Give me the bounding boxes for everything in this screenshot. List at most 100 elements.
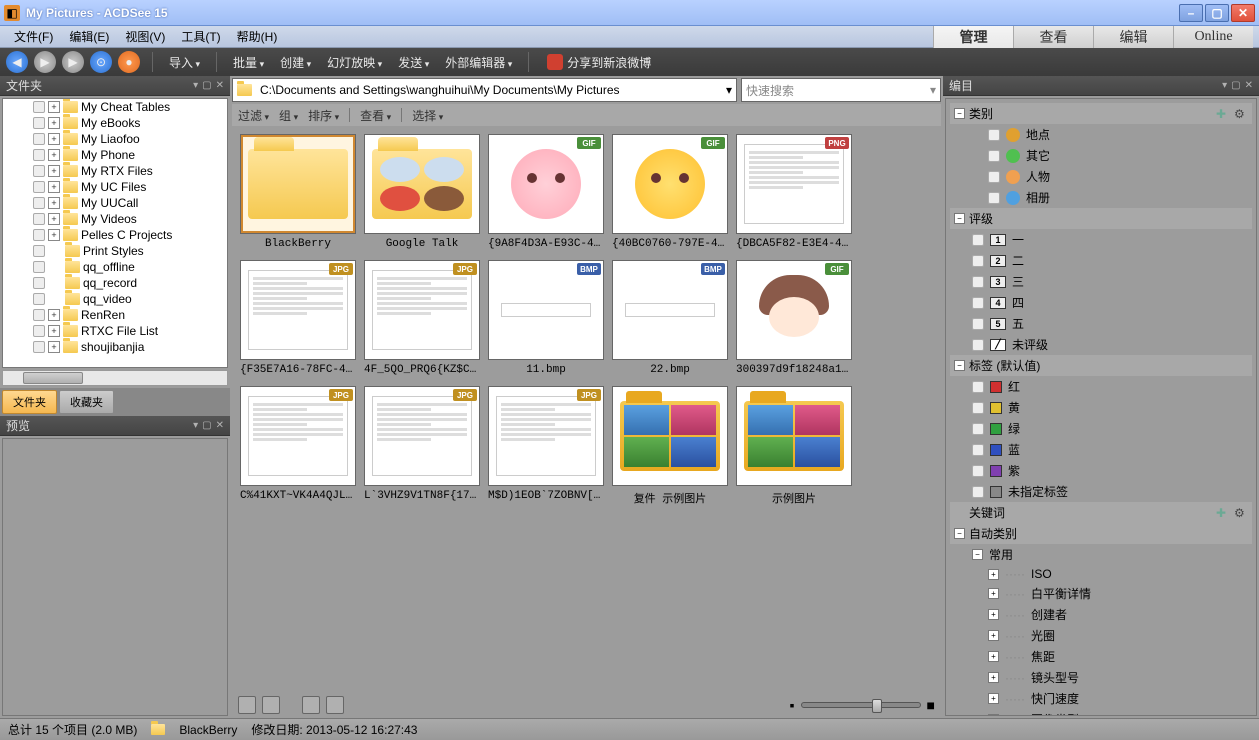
modetab-manage[interactable]: 管理	[933, 26, 1013, 48]
thumbnail-item[interactable]: JPGM$D)1EOB`7ZOBNV[...	[488, 386, 604, 506]
sort-dropdown[interactable]: 排序	[308, 107, 339, 124]
checkbox-icon[interactable]	[33, 181, 45, 193]
checkbox-icon[interactable]	[33, 325, 45, 337]
autocat-item[interactable]: +·····镜头型号	[950, 667, 1252, 688]
tree-item[interactable]: +My Videos	[3, 211, 227, 227]
checkbox-icon[interactable]	[33, 133, 45, 145]
section-header[interactable]: −评级	[950, 208, 1252, 229]
checkbox-icon[interactable]	[33, 341, 45, 353]
checkbox-icon[interactable]	[33, 229, 45, 241]
group-dropdown[interactable]: 组	[279, 107, 298, 124]
toolbar-external[interactable]: 外部编辑器	[439, 54, 518, 71]
autocat-group[interactable]: −常用	[950, 544, 1252, 565]
checkbox-icon[interactable]	[33, 197, 45, 209]
folder-tree[interactable]: +My Cheat Tables+My eBooks+My Liaofoo+My…	[2, 98, 228, 368]
expand-icon[interactable]: +	[48, 101, 60, 113]
expand-icon[interactable]: +	[48, 133, 60, 145]
rating-item[interactable]: 5五	[950, 313, 1252, 334]
thumbnail-item[interactable]: JPG4F_5QO_PRQ6{KZ$C...	[364, 260, 480, 376]
section-header[interactable]: 关键词✚⚙	[950, 502, 1252, 523]
expand-icon[interactable]: +	[48, 165, 60, 177]
tree-item[interactable]: +RTXC File List	[3, 323, 227, 339]
tag-item[interactable]: 红	[950, 376, 1252, 397]
thumbnail-item[interactable]: PNG{DBCA5F82-E3E4-4...	[736, 134, 852, 250]
thumbnail-grid[interactable]: BlackBerryGoogle TalkGIF{9A8F4D3A-E93C-4…	[232, 126, 941, 694]
tree-item[interactable]: +My eBooks	[3, 115, 227, 131]
tree-item[interactable]: qq_offline	[3, 259, 227, 275]
autocat-item[interactable]: +·····ISO	[950, 565, 1252, 583]
view-list-button[interactable]	[326, 696, 344, 714]
thumbnail-item[interactable]: GIF{9A8F4D3A-E93C-4...	[488, 134, 604, 250]
tag-item[interactable]: 绿	[950, 418, 1252, 439]
tag-item[interactable]: 未指定标签	[950, 481, 1252, 502]
toolbar-slideshow[interactable]: 幻灯放映	[321, 54, 388, 71]
tree-item[interactable]: +My UUCall	[3, 195, 227, 211]
thumbnail-item[interactable]: 复件 示例图片	[612, 386, 728, 506]
checkbox-icon[interactable]	[33, 101, 45, 113]
search-box[interactable]: 快速搜索 ▾	[741, 78, 941, 102]
expand-icon[interactable]: +	[48, 229, 60, 241]
autocat-item[interactable]: +·····光圈	[950, 625, 1252, 646]
checkbox-icon[interactable]	[33, 293, 45, 305]
tree-item[interactable]: +My Phone	[3, 147, 227, 163]
category-item[interactable]: 其它	[950, 145, 1252, 166]
checkbox-icon[interactable]	[33, 245, 45, 257]
thumbnail-item[interactable]: JPG{F35E7A16-78FC-4...	[240, 260, 356, 376]
toolbar-batch[interactable]: 批量	[227, 54, 270, 71]
category-item[interactable]: 相册	[950, 187, 1252, 208]
tree-item[interactable]: qq_video	[3, 291, 227, 307]
thumbnail-item[interactable]: BMP22.bmp	[612, 260, 728, 376]
menu-view[interactable]: 视图(V)	[117, 26, 173, 47]
tree-item[interactable]: +shoujibanjia	[3, 339, 227, 355]
zoom-slider[interactable]	[801, 702, 921, 708]
expand-icon[interactable]: +	[48, 341, 60, 353]
rating-item[interactable]: 3三	[950, 271, 1252, 292]
tree-scrollbar[interactable]	[2, 370, 228, 386]
section-header[interactable]: −自动类别	[950, 523, 1252, 544]
zoom-out-icon[interactable]: ▪	[790, 697, 795, 713]
tree-item[interactable]: +My Cheat Tables	[3, 99, 227, 115]
tree-item[interactable]: Print Styles	[3, 243, 227, 259]
rating-item[interactable]: 1一	[950, 229, 1252, 250]
rating-item[interactable]: ╱未评级	[950, 334, 1252, 355]
thumbnail-item[interactable]: 示例图片	[736, 386, 852, 506]
modetab-edit[interactable]: 编辑	[1093, 26, 1173, 48]
autocat-item[interactable]: +·····焦距	[950, 646, 1252, 667]
lefttab-folders[interactable]: 文件夹	[2, 390, 57, 414]
rotate-left-button[interactable]	[238, 696, 256, 714]
toolbar-share[interactable]: 分享到新浪微博	[547, 54, 651, 71]
select-dropdown[interactable]: 选择	[412, 107, 443, 124]
autocat-item[interactable]: +·····快门速度	[950, 688, 1252, 709]
tree-item[interactable]: qq_record	[3, 275, 227, 291]
view-dropdown[interactable]: 查看	[360, 107, 391, 124]
checkbox-icon[interactable]	[33, 213, 45, 225]
expand-icon[interactable]: +	[48, 117, 60, 129]
nav-home-button[interactable]: ⊙	[90, 51, 112, 73]
expand-icon[interactable]: +	[48, 309, 60, 321]
rotate-right-button[interactable]	[262, 696, 280, 714]
toolbar-create[interactable]: 创建	[274, 54, 317, 71]
thumbnail-item[interactable]: JPGL`3VHZ9V1TN8F{17...	[364, 386, 480, 506]
minimize-button[interactable]: –	[1179, 4, 1203, 22]
thumbnail-item[interactable]: GIF{40BC0760-797E-4...	[612, 134, 728, 250]
expand-icon[interactable]: +	[48, 213, 60, 225]
section-header[interactable]: −类别✚⚙	[950, 103, 1252, 124]
checkbox-icon[interactable]	[33, 261, 45, 273]
autocat-item[interactable]: +·····创建者	[950, 604, 1252, 625]
tag-item[interactable]: 蓝	[950, 439, 1252, 460]
catalog-body[interactable]: −类别✚⚙地点其它人物相册−评级1一2二3三4四5五╱未评级−标签 (默认值)红…	[945, 98, 1257, 716]
filter-dropdown[interactable]: 过滤	[238, 107, 269, 124]
expand-icon[interactable]: +	[48, 149, 60, 161]
category-item[interactable]: 人物	[950, 166, 1252, 187]
view-thumbs-button[interactable]	[302, 696, 320, 714]
tree-item[interactable]: +My UC Files	[3, 179, 227, 195]
category-item[interactable]: 地点	[950, 124, 1252, 145]
expand-icon[interactable]: +	[48, 197, 60, 209]
menu-edit[interactable]: 编辑(E)	[61, 26, 117, 47]
maximize-button[interactable]: ▢	[1205, 4, 1229, 22]
rating-item[interactable]: 4四	[950, 292, 1252, 313]
modetab-online[interactable]: Online	[1173, 26, 1253, 48]
tree-item[interactable]: +RenRen	[3, 307, 227, 323]
menu-tools[interactable]: 工具(T)	[173, 26, 228, 47]
checkbox-icon[interactable]	[33, 309, 45, 321]
